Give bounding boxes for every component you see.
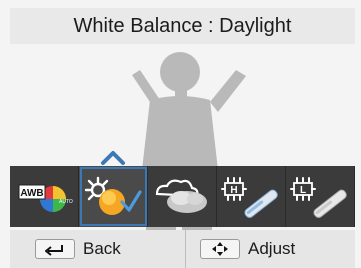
svg-text:AUTO: AUTO	[59, 199, 73, 205]
svg-text:AWB: AWB	[20, 188, 43, 199]
svg-text:L: L	[300, 185, 306, 196]
wb-option-daylight[interactable]	[79, 166, 148, 227]
adjust-key	[200, 239, 240, 259]
cloudy-icon	[155, 179, 207, 213]
title-bar: White Balance : Daylight	[10, 8, 355, 44]
back-label: Back	[83, 239, 121, 258]
camera-screen: White Balance : Daylight AWB AUTO H L Ba…	[0, 0, 361, 268]
wb-option-cloudy[interactable]	[148, 166, 217, 227]
chevron-up-icon[interactable]	[100, 150, 126, 166]
white-balance-options: AWB AUTO H L	[10, 166, 355, 227]
page-title: White Balance : Daylight	[73, 14, 292, 37]
footer-bar: Back Adjust	[10, 230, 355, 268]
footer-divider	[185, 230, 186, 268]
daylight-sun-icon	[84, 176, 142, 215]
awb-icon: AWB AUTO	[18, 184, 73, 212]
wb-option-fluorescent-h[interactable]: H	[217, 166, 286, 227]
back-button[interactable]: Back	[35, 239, 121, 259]
fluorescent-h-icon: H	[221, 176, 278, 218]
wb-option-fluorescent-l[interactable]: L	[286, 166, 355, 227]
adjust-button[interactable]: Adjust	[200, 239, 295, 259]
svg-text:H: H	[230, 185, 237, 196]
back-key	[35, 239, 75, 259]
adjust-label: Adjust	[248, 239, 296, 258]
wb-option-awb[interactable]: AWB AUTO	[10, 166, 79, 227]
fluorescent-l-icon: L	[290, 176, 347, 218]
dpad-icon	[212, 242, 228, 256]
return-arrow-icon	[45, 245, 63, 256]
